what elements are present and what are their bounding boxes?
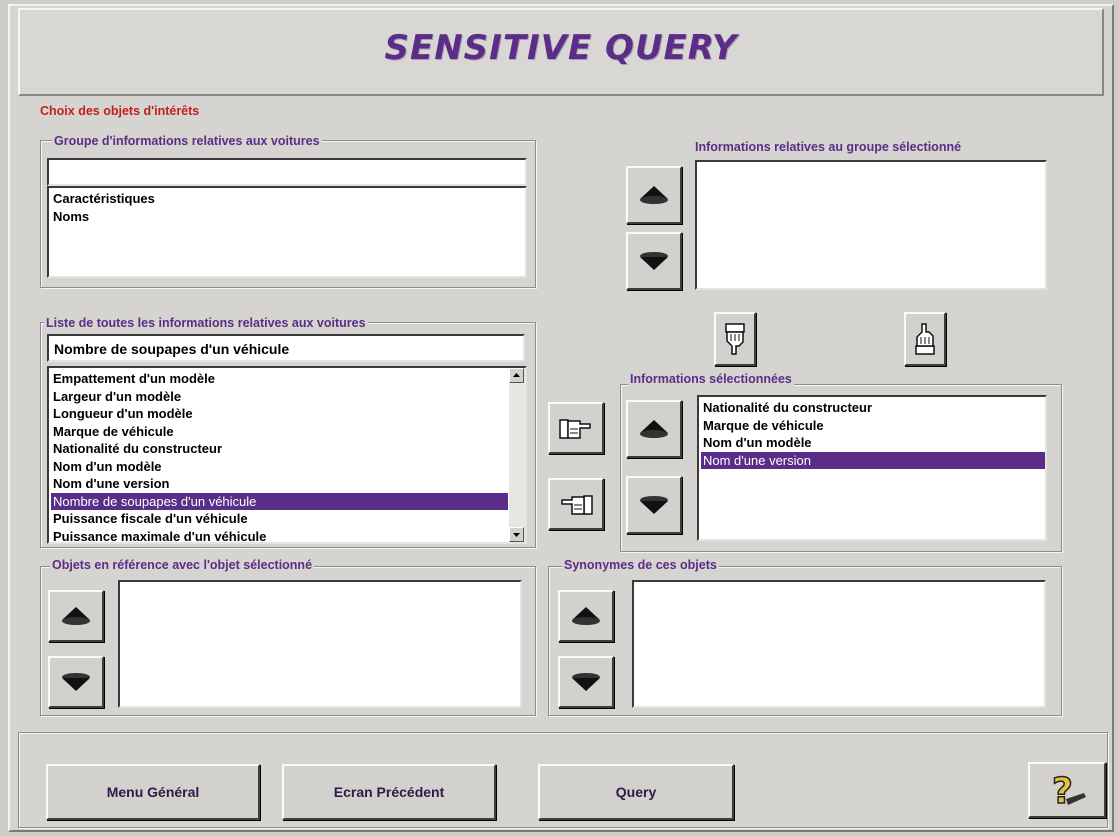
selected-up-button[interactable] (626, 400, 682, 458)
synonyms-up-button[interactable] (558, 590, 614, 642)
synonyms-list[interactable] (632, 580, 1046, 708)
help-button[interactable]: ? (1028, 762, 1106, 818)
list-item[interactable]: Marque de véhicule (51, 423, 508, 441)
synonyms-down-button[interactable] (558, 656, 614, 708)
group-info-label: Informations relatives au groupe sélecti… (695, 140, 962, 154)
list-item[interactable]: Noms (51, 208, 525, 226)
help-question-icon: ? (1044, 769, 1090, 811)
add-selected-button[interactable] (548, 402, 604, 454)
point-up-button[interactable] (904, 312, 946, 366)
page-title: SENSITIVE QUERY (384, 28, 738, 68)
arrow-down-icon (60, 670, 92, 694)
list-item[interactable]: Empattement d'un modèle (51, 370, 508, 388)
selected-info-label: Informations sélectionnées (628, 372, 794, 386)
groups-input[interactable] (47, 158, 527, 186)
group-info-up-button[interactable] (626, 166, 682, 224)
section-label: Choix des objets d'intérêts (40, 104, 200, 118)
synonyms-label: Synonymes de ces objets (562, 558, 719, 572)
references-label: Objets en référence avec l'objet sélecti… (50, 558, 315, 572)
list-item[interactable]: Nom d'un modèle (701, 434, 1045, 452)
references-list[interactable] (118, 580, 522, 708)
svg-text:?: ? (1052, 771, 1073, 811)
arrow-down-icon (638, 249, 670, 273)
list-item[interactable]: Puissance maximale d'un véhicule (51, 528, 508, 543)
all-info-label: Liste de toutes les informations relativ… (44, 316, 368, 330)
all-info-scrollbar[interactable] (509, 368, 525, 542)
list-item[interactable]: Nationalité du constructeur (701, 399, 1045, 417)
remove-selected-button[interactable] (548, 478, 604, 530)
pointing-hand-right-icon (558, 415, 594, 441)
all-info-input[interactable]: Nombre de soupapes d'un véhicule (47, 334, 525, 362)
scroll-up-icon[interactable] (509, 368, 524, 383)
list-item[interactable]: Puissance fiscale d'un véhicule (51, 510, 508, 528)
references-up-button[interactable] (48, 590, 104, 642)
groups-label: Groupe d'informations relatives aux voit… (52, 134, 322, 148)
arrow-up-icon (570, 604, 602, 628)
list-item[interactable]: Longueur d'un modèle (51, 405, 508, 423)
arrow-down-icon (570, 670, 602, 694)
scroll-down-icon[interactable] (509, 527, 524, 542)
list-item[interactable]: Nombre de soupapes d'un véhicule (51, 492, 508, 510)
list-item[interactable]: Nom d'une version (51, 475, 508, 493)
all-info-list[interactable]: Empattement d'un modèle Largeur d'un modè… (47, 366, 527, 544)
point-down-button[interactable] (714, 312, 756, 366)
selected-info-list[interactable]: Nationalité du constructeur Marque de véh… (697, 395, 1047, 541)
group-info-down-button[interactable] (626, 232, 682, 290)
list-item[interactable]: Nom d'une version (701, 451, 1045, 469)
list-item[interactable]: Nationalité du constructeur (51, 440, 508, 458)
selected-down-button[interactable] (626, 476, 682, 534)
pointing-hand-down-icon (722, 322, 748, 356)
query-button[interactable]: Query (538, 764, 734, 820)
menu-general-button[interactable]: Menu Général (46, 764, 260, 820)
references-down-button[interactable] (48, 656, 104, 708)
group-info-list[interactable] (695, 160, 1047, 290)
arrow-up-icon (638, 183, 670, 207)
list-item[interactable]: Nom d'un modèle (51, 458, 508, 476)
arrow-up-icon (60, 604, 92, 628)
list-item[interactable]: Marque de véhicule (701, 417, 1045, 435)
previous-screen-button[interactable]: Ecran Précédent (282, 764, 496, 820)
pointing-hand-up-icon (912, 322, 938, 356)
title-bar: SENSITIVE QUERY (18, 8, 1104, 96)
pointing-hand-left-icon (558, 491, 594, 517)
list-item[interactable]: Caractéristiques (51, 190, 525, 208)
arrow-down-icon (638, 493, 670, 517)
arrow-up-icon (638, 417, 670, 441)
groups-list[interactable]: Caractéristiques Noms (47, 186, 527, 278)
list-item[interactable]: Largeur d'un modèle (51, 388, 508, 406)
